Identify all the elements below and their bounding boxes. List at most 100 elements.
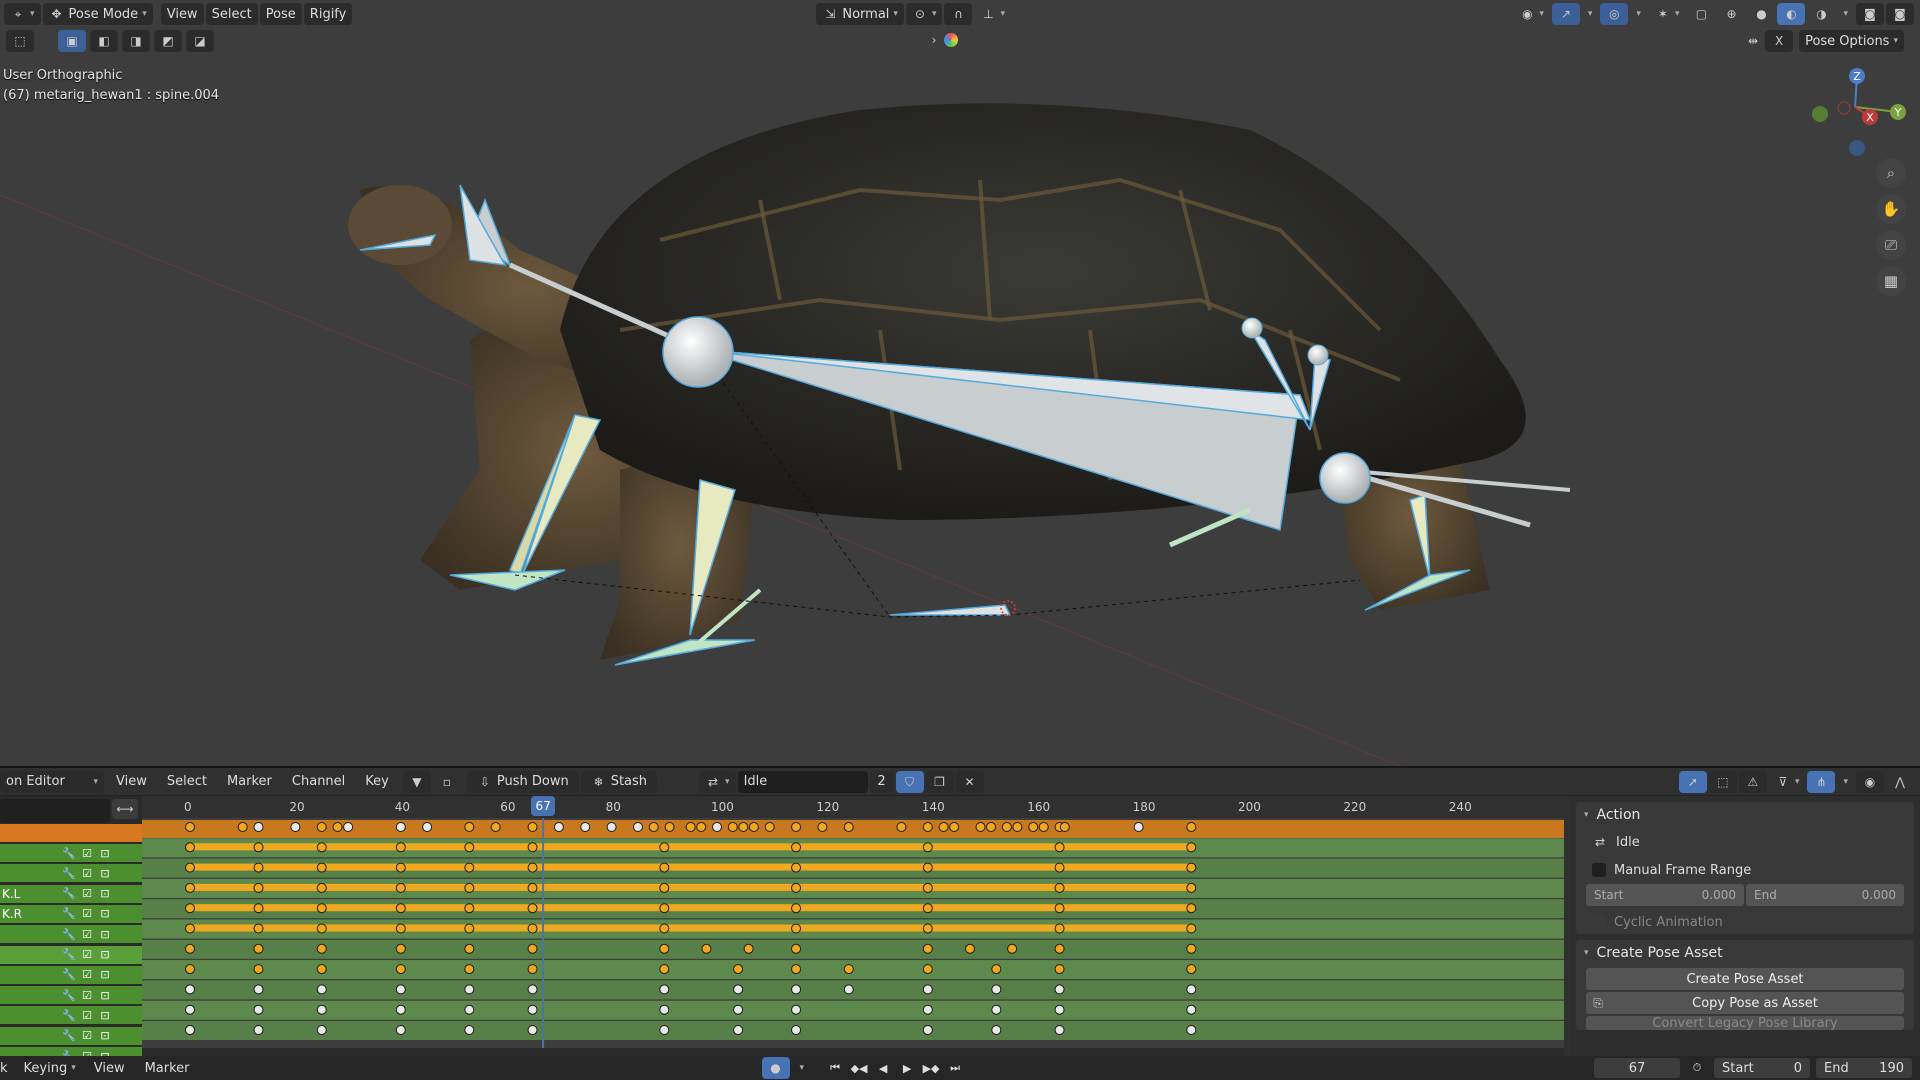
wrench-icon[interactable]: 🔧 [60, 968, 78, 981]
keyframe-area[interactable] [142, 818, 1564, 1056]
jump-keyframe-back-icon[interactable]: ◆◀ [848, 1058, 870, 1078]
jump-start-icon[interactable]: ⏮ [824, 1058, 846, 1078]
camera-toggle[interactable]: ◙ [1886, 3, 1914, 25]
transform-orientation-dropdown[interactable]: ⇲ Normal ▾ [816, 3, 904, 25]
copy-pose-as-asset-button[interactable]: ⎘ Copy Pose as Asset [1586, 992, 1904, 1014]
menu-key[interactable]: Key [355, 774, 399, 789]
zoom-icon[interactable]: ⌕ [1876, 158, 1906, 188]
collapsed-region-arrow[interactable]: › [926, 32, 942, 48]
checkbox-icon[interactable]: ☑ [78, 1009, 96, 1022]
render-region-toggle[interactable]: ◙ [1856, 3, 1884, 25]
lock-icon[interactable]: ⊡ [96, 1029, 114, 1042]
menu-select[interactable]: Select [205, 3, 258, 25]
shading-rendered[interactable]: ◑ [1807, 3, 1835, 25]
lock-icon[interactable]: ⊡ [96, 968, 114, 981]
menu-view[interactable]: View [84, 1061, 135, 1076]
channel-row[interactable]: 🔧☑⊡ [0, 864, 142, 883]
lock-icon[interactable]: ⊡ [96, 907, 114, 920]
lock-icon[interactable]: ⊡ [96, 847, 114, 860]
lock-icon[interactable]: ⊡ [96, 989, 114, 1002]
show-hidden-toggle[interactable]: ⬚ [1708, 770, 1737, 793]
channel-row[interactable]: 🔧☑⊡ [0, 1026, 142, 1045]
jump-keyframe-forward-icon[interactable]: ▶◆ [920, 1058, 942, 1078]
channel-row[interactable]: 🔧☑⊡ [0, 945, 142, 964]
wrench-icon[interactable]: 🔧 [60, 1009, 78, 1022]
wrench-icon[interactable]: 🔧 [60, 928, 78, 941]
only-selected-toggle[interactable]: ➚ [1678, 770, 1707, 793]
menu-marker[interactable]: Marker [217, 774, 282, 789]
wrench-icon[interactable]: 🔧 [60, 887, 78, 900]
stopwatch-icon[interactable]: ⏱ [1686, 1058, 1708, 1078]
lock-icon[interactable]: ⊡ [96, 1009, 114, 1022]
overlays-toggle[interactable]: ◎ [1600, 3, 1629, 25]
filters-dropdown[interactable]: ⊽ ▾ [1769, 771, 1806, 793]
wrench-icon[interactable]: 🔧 [60, 907, 78, 920]
filter-dropdown[interactable]: ▼ [402, 770, 431, 793]
menu-marker[interactable]: Marker [135, 1061, 200, 1076]
action-users-count[interactable]: 2 [869, 770, 894, 793]
menu-rigify[interactable]: Rigify [303, 3, 353, 25]
gizmo-toggle[interactable]: ↗ [1551, 3, 1580, 25]
grid-icon[interactable]: ▦ [1876, 266, 1906, 296]
select-subtract-button[interactable]: ◨ [122, 30, 150, 52]
channel-row[interactable]: 🔧☑⊡ [0, 965, 142, 984]
shading-wireframe[interactable]: ⊕ [1717, 3, 1745, 25]
snap-dropdown[interactable]: ▾ [1837, 771, 1854, 793]
menu-channel[interactable]: Channel [282, 774, 355, 789]
lock-icon[interactable]: ⊡ [96, 887, 114, 900]
channel-list[interactable]: ⟷ 🔧☑⊡🔧☑⊡K.L🔧☑⊡K.R🔧☑⊡🔧☑⊡🔧☑⊡🔧☑⊡🔧☑⊡🔧☑⊡🔧☑⊡🔧☑… [0, 796, 142, 1065]
channel-row[interactable]: K.R 🔧 ☑ ⊡ [0, 904, 142, 923]
summary-channel[interactable] [0, 824, 142, 842]
visibility-dropdown[interactable]: ◉ ▾ [1513, 3, 1550, 25]
wrench-icon[interactable]: 🔧 [60, 847, 78, 860]
channel-row[interactable]: 🔧☑⊡ [0, 1006, 142, 1025]
menu-select[interactable]: Select [157, 774, 217, 789]
pose-options-dropdown[interactable]: Pose Options ▾ [1799, 30, 1904, 52]
pivot-point-dropdown[interactable]: ⊙ ▾ [905, 3, 943, 25]
menu-view[interactable]: View [106, 774, 157, 789]
checkbox-icon[interactable]: ☑ [78, 948, 96, 961]
channel-row[interactable]: 🔧☑⊡ [0, 925, 142, 944]
gizmo-neg-y[interactable] [1812, 106, 1828, 122]
channel-row[interactable]: 🔧☑⊡ [0, 844, 142, 862]
gizmo-neg-x[interactable] [1837, 101, 1851, 115]
shading-material[interactable]: ◐ [1777, 3, 1806, 25]
action-panel-header[interactable]: ▾ Action [1576, 802, 1914, 828]
playback-menu-cut[interactable]: k [0, 1061, 18, 1076]
select-intersect-button[interactable]: ◪ [186, 30, 214, 52]
action-browse-button[interactable]: ⇄ ▾ [699, 770, 736, 793]
wrench-icon[interactable]: 🔧 [60, 1029, 78, 1042]
action-name-field[interactable]: Idle [737, 770, 868, 793]
checkbox-icon[interactable]: ☑ [78, 887, 96, 900]
channel-search-field[interactable] [0, 799, 110, 823]
channel-row[interactable]: K.L 🔧 ☑ ⊡ [0, 884, 142, 903]
lock-icon[interactable]: ⊡ [96, 948, 114, 961]
swap-icon[interactable]: ⟷ [112, 799, 138, 819]
editor-type-button[interactable]: ⌖ ▾ [4, 3, 41, 25]
x-mirror-toggle[interactable]: X [1765, 30, 1794, 52]
checkbox-icon[interactable]: ☑ [78, 928, 96, 941]
checkbox-icon[interactable]: ☑ [78, 968, 96, 981]
tool-select-button[interactable]: ⬚ [6, 30, 34, 52]
errors-toggle[interactable]: ⚠ [1738, 770, 1767, 793]
end-frame-field[interactable]: End 190 [1816, 1058, 1912, 1078]
overlays-dropdown[interactable]: ▾ [1630, 3, 1647, 25]
create-pose-asset-button[interactable]: Create Pose Asset [1586, 968, 1904, 990]
3d-viewport[interactable]: ⌖ ▾ ✥ Pose Mode ▾ View Select Pose Rigify ⇲… [0, 0, 1920, 766]
xray-toggle[interactable]: ▢ [1687, 3, 1715, 25]
hand-pan-icon[interactable]: ✋ [1876, 194, 1906, 224]
proportional-toggle[interactable]: ◉ [1856, 770, 1884, 793]
play-icon[interactable]: ▶ [896, 1058, 918, 1078]
select-extend-button[interactable]: ◧ [90, 30, 118, 52]
auto-keying-dropdown[interactable]: ▾ [794, 1057, 811, 1079]
shading-solid[interactable]: ● [1747, 3, 1775, 25]
menu-view[interactable]: View [160, 3, 204, 25]
manual-frame-range-row[interactable]: Manual Frame Range [1576, 856, 1914, 884]
checkbox-icon[interactable]: ☑ [78, 847, 96, 860]
lock-icon[interactable]: ⊡ [96, 867, 114, 880]
frame-ruler[interactable]: 0 20 40 60 80 100 120 140 160 180 200 220 240 [142, 796, 1564, 818]
cyclic-animation-checkbox[interactable] [1592, 915, 1606, 929]
convert-legacy-button[interactable]: Convert Legacy Pose Library [1586, 1016, 1904, 1030]
falloff-dropdown[interactable]: ⋀ [1886, 771, 1914, 793]
play-reverse-icon[interactable]: ◀ [872, 1058, 894, 1078]
